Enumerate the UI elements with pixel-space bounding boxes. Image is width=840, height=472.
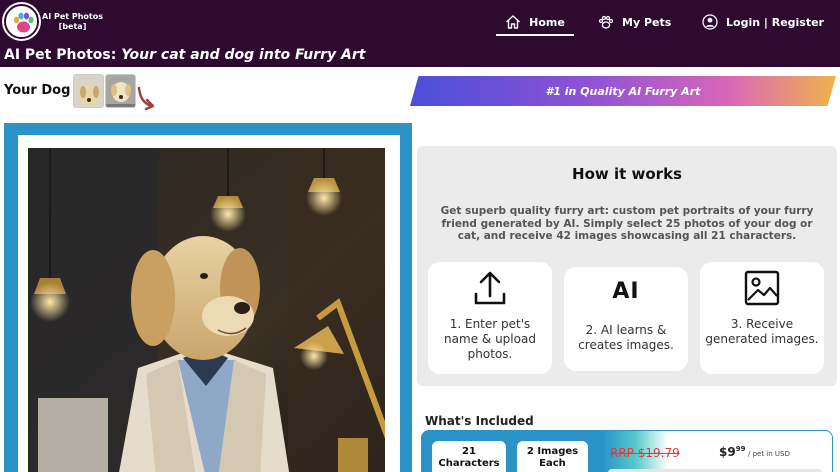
price-unit: / pet in USD xyxy=(748,450,790,458)
brand-line-2: [beta] xyxy=(58,22,87,31)
image-icon xyxy=(744,270,780,306)
how-it-works-card: How it works Get superb quality furry ar… xyxy=(417,146,837,386)
nav-home-label: Home xyxy=(529,15,565,29)
portrait-mat xyxy=(18,135,400,472)
nav-login-label: Login | Register xyxy=(726,15,824,29)
curved-arrow-icon xyxy=(137,86,155,111)
paw-logo-icon[interactable] xyxy=(4,4,39,39)
quality-banner: #1 in Quality AI Furry Art xyxy=(410,76,836,106)
dog-thumbnail[interactable] xyxy=(105,74,136,108)
characters-chip: 21 Characters xyxy=(432,441,506,472)
price-dollars: $9 xyxy=(719,445,736,459)
step-ai-learns: AI 2. AI learns & creates images. xyxy=(564,267,688,371)
dog-portrait-image xyxy=(28,148,385,472)
price-cents: 99 xyxy=(735,445,746,453)
your-dog-label: Your Dog xyxy=(4,83,71,98)
nav-my-pets-label: My Pets xyxy=(622,15,672,29)
step-receive-images: 3. Receive generated images. xyxy=(700,262,824,374)
rrp-price: RRP $19.79 xyxy=(610,446,680,460)
page-title: AI Pet Photos: Your cat and dog into Fur… xyxy=(0,44,840,67)
images-each-chip: 2 Images Each xyxy=(517,441,588,472)
brand-name[interactable]: AI Pet Photos [beta] xyxy=(42,12,103,32)
title-tagline: Your cat and dog into Furry Art xyxy=(121,47,366,63)
user-circle-icon xyxy=(702,14,718,30)
paw-icon xyxy=(598,15,614,29)
ai-icon: AI xyxy=(612,279,640,304)
how-it-works-description: Get superb quality furry art: custom pet… xyxy=(440,205,814,242)
brand-line-1: AI Pet Photos xyxy=(42,12,103,21)
current-price: $999 xyxy=(719,445,745,459)
step-upload-text: 1. Enter pet's name & upload photos. xyxy=(444,317,536,361)
upload-icon xyxy=(474,271,506,305)
step-upload: 1. Enter pet's name & upload photos. xyxy=(428,262,552,374)
home-icon xyxy=(506,15,521,29)
nav-my-pets[interactable]: My Pets xyxy=(598,0,671,44)
pricing-box: 21 Characters 2 Images Each RRP $19.79 $… xyxy=(421,430,833,472)
how-it-works-title: How it works xyxy=(572,165,682,183)
nav-login-register[interactable]: Login | Register xyxy=(702,0,824,44)
dog-thumbnail[interactable] xyxy=(73,74,104,108)
title-prefix: AI Pet Photos: xyxy=(4,47,122,63)
whats-included-title: What's Included xyxy=(425,414,534,428)
nav-home[interactable]: Home xyxy=(496,0,574,44)
step-ai-learns-text: 2. AI learns & creates images. xyxy=(578,323,674,352)
step-receive-images-text: 3. Receive generated images. xyxy=(705,317,819,346)
portrait-frame xyxy=(4,123,412,472)
quality-banner-text: #1 in Quality AI Furry Art xyxy=(545,84,701,98)
top-navbar: AI Pet Photos [beta] Home My Pets Login … xyxy=(0,0,840,44)
